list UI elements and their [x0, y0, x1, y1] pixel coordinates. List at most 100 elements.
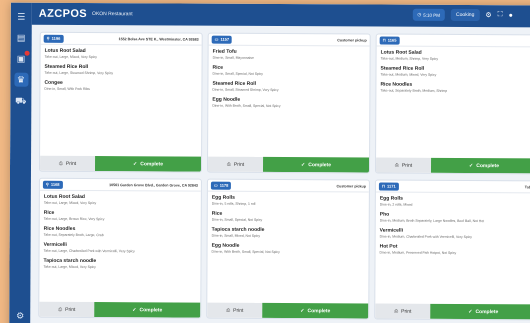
order-item[interactable]: Steamed Rice Roll Take-out, Large, Steame…: [44, 64, 197, 76]
order-item[interactable]: Rice Take-out, Large, Brown Rice, Very Sp…: [44, 210, 197, 222]
print-label: Print: [233, 307, 244, 314]
car-icon: ▭: [213, 182, 218, 188]
settings-icon[interactable]: ⚙: [13, 309, 27, 323]
print-button[interactable]: ⎙ Print: [207, 302, 263, 318]
notifications-icon[interactable]: ▣: [14, 50, 30, 66]
order-number-tag: ▭ 1178: [210, 181, 232, 190]
orders-icon[interactable]: ▤: [14, 31, 28, 45]
item-options: Take-out, Medium, Shrimp, Very Spicy: [380, 56, 439, 61]
printer-icon: ⎙: [394, 162, 399, 169]
order-item[interactable]: Tapioca starch noodle Dine-in, Small, Mix…: [212, 227, 365, 239]
order-card-footer: ⎙ Print ✓ Complete: [207, 302, 369, 319]
complete-button[interactable]: ✓ Complete: [94, 302, 201, 318]
notification-badge: [24, 50, 30, 56]
item-name: Egg Rolls: [211, 194, 235, 201]
order-item[interactable]: Rice Noodles Take-out, Separately Broth, …: [380, 82, 530, 94]
item-name: Vermicelli: [43, 241, 67, 248]
order-items: Lotus Root Salad Take-out, Large, Mixed, …: [39, 191, 200, 270]
print-button[interactable]: ⎙ Print: [375, 157, 432, 173]
complete-button[interactable]: ✓ Complete: [94, 156, 202, 172]
order-item[interactable]: Pho Dine-in, Medium, Broth Separately, La…: [380, 212, 530, 224]
check-icon: ✓: [469, 162, 474, 169]
order-card-header: ▭ 1157 Customer pickup: [208, 33, 370, 47]
order-card-footer: ⎙ Print ✓ Complete: [39, 155, 202, 172]
order-items: Lotus Root Salad Take-out, Large, Mixed, …: [40, 45, 201, 92]
print-button[interactable]: ⎙ Print: [39, 301, 95, 318]
complete-button[interactable]: ✓ Complete: [430, 157, 530, 174]
item-name: Fried Tofu: [212, 48, 237, 55]
menu-icon[interactable]: ☰: [14, 10, 28, 24]
user-icon[interactable]: ●: [509, 12, 513, 19]
item-options: Dine-in, Small, Steamed Shrimp, Very Spi…: [212, 87, 279, 93]
item-options: Dine-in, With Broth, Small, Special, Not…: [212, 103, 281, 109]
item-name: Steamed Rice Roll: [380, 65, 425, 72]
order-item[interactable]: Rice Dine-in, Small, Special, Not Spicy: [212, 211, 365, 223]
print-label: Print: [65, 160, 77, 167]
order-card: ⊓ 1165 Lotus Root Salad Take-out, Medium, S…: [374, 33, 530, 175]
order-card-header: ⊓ 1165: [376, 34, 530, 48]
top-bar: AZCPOS OKON Restaurant ◷ 5:10 PM Cooking…: [31, 2, 530, 28]
order-item[interactable]: Egg Noodle Dine-in, With Broth, Small, Sp…: [212, 97, 365, 109]
order-item[interactable]: Lotus Root Salad Take-out, Medium, Shrimp…: [381, 50, 530, 62]
complete-button[interactable]: ✓ Complete: [430, 303, 530, 320]
item-options: Dine-in, Small, With Pork Ribs: [44, 86, 90, 92]
order-item[interactable]: Lotus Root Salad Take-out, Large, Mixed, …: [45, 48, 198, 60]
order-number: 1157: [220, 36, 230, 42]
order-number-tag: ⊓ 1171: [378, 182, 399, 191]
item-options: Take-out, Medium, Mixed, Very Spicy: [380, 72, 437, 77]
item-options: Dine-in, 5 rolls, Shrimp, 1 roll: [211, 201, 256, 206]
mode-button[interactable]: Cooking: [450, 8, 480, 22]
clock-icon: ◷: [417, 11, 422, 17]
order-item[interactable]: Congee Dine-in, Small, With Pork Ribs: [44, 80, 197, 92]
order-item[interactable]: Tapioca starch noodle Take-out, Large, Mi…: [43, 258, 196, 270]
print-button[interactable]: ⎙ Print: [375, 303, 431, 319]
order-item[interactable]: Steamed Rice Roll Dine-in, Small, Steamed…: [212, 81, 365, 93]
order-item[interactable]: Rice Noodles Take-out, Separately Broth, …: [44, 226, 197, 238]
order-card: ▭ 1178 Customer pickup Egg Rolls Dine-in, 5 …: [206, 178, 370, 320]
fullscreen-icon[interactable]: ⛶: [498, 11, 503, 19]
item-name: Rice Noodles: [380, 81, 413, 88]
order-info: Table: [524, 184, 530, 189]
check-icon: ✓: [301, 161, 306, 168]
order-info: 1552 Bolsa Ave STE K., Westminster, CA 9…: [118, 36, 199, 42]
order-item[interactable]: Lotus Root Salad Take-out, Large, Mixed, …: [44, 194, 197, 206]
complete-label: Complete: [139, 306, 163, 313]
order-item[interactable]: Vermicelli Dine-in, Medium, Charbroiled P…: [380, 228, 530, 240]
kitchen-icon[interactable]: ♛: [13, 72, 29, 87]
order-item[interactable]: Steamed Rice Roll Take-out, Medium, Mixed…: [380, 66, 530, 78]
print-button[interactable]: ⎙ Print: [39, 155, 96, 172]
complete-button[interactable]: ✓ Complete: [262, 156, 370, 173]
print-button[interactable]: ⎙ Print: [207, 156, 264, 172]
cart-icon[interactable]: ⛟: [14, 94, 28, 108]
complete-label: Complete: [308, 161, 332, 168]
order-card: ⚲ 1168 10561 Garden Grove Blvd., Garden Gr…: [38, 177, 202, 319]
print-label: Print: [401, 308, 412, 315]
item-name: Steamed Rice Roll: [212, 80, 257, 87]
clock-button[interactable]: ◷ 5:10 PM: [412, 8, 446, 21]
order-card-footer: ⎙ Print ✓ Complete: [207, 156, 370, 173]
order-card-footer: ⎙ Print ✓ Complete: [39, 301, 201, 318]
item-name: Pho: [379, 211, 390, 218]
order-item[interactable]: Egg Noodle Dine-in, With Broth, Small, Sp…: [212, 243, 365, 255]
item-options: Take-out, Large, Mixed, Very Spicy: [43, 200, 97, 206]
item-options: Take-out, Large, Brown Rice, Very Spicy: [43, 216, 105, 222]
gear-icon[interactable]: ⚙: [485, 11, 491, 19]
order-item[interactable]: Hot Pot Dine-in, Medium, Preserved Fish H…: [380, 244, 530, 256]
printer-icon: ⎙: [226, 161, 231, 168]
complete-label: Complete: [307, 307, 331, 314]
order-number: 1171: [387, 183, 396, 189]
order-item[interactable]: Vermicelli Take-out, Large, Charbroiled P…: [44, 242, 197, 254]
printer-icon: ⎙: [58, 306, 63, 313]
item-name: Lotus Root Salad: [44, 47, 86, 55]
order-item[interactable]: Egg Rolls Dine-in, 2 rolls, Mixed: [380, 196, 530, 208]
complete-button[interactable]: ✓ Complete: [262, 302, 369, 319]
order-items: Fried Tofu Dine-in, Small, Mayonnaise Rice…: [208, 46, 369, 109]
car-icon: ▭: [214, 36, 219, 42]
item-options: Dine-in, Medium, Preserved Fish Hotpot, …: [379, 250, 457, 255]
order-item[interactable]: Fried Tofu Dine-in, Small, Mayonnaise: [213, 49, 366, 61]
order-info: 10561 Garden Grove Blvd., Garden Grove, …: [109, 182, 198, 188]
location-pin-icon: ⚲: [45, 181, 49, 187]
order-item[interactable]: Egg Rolls Dine-in, 5 rolls, Shrimp, 1 rol…: [212, 195, 365, 207]
item-options: Dine-in, 2 rolls, Mixed: [379, 202, 413, 207]
order-item[interactable]: Rice Dine-in, Small, Special, Not Spicy: [212, 65, 365, 77]
